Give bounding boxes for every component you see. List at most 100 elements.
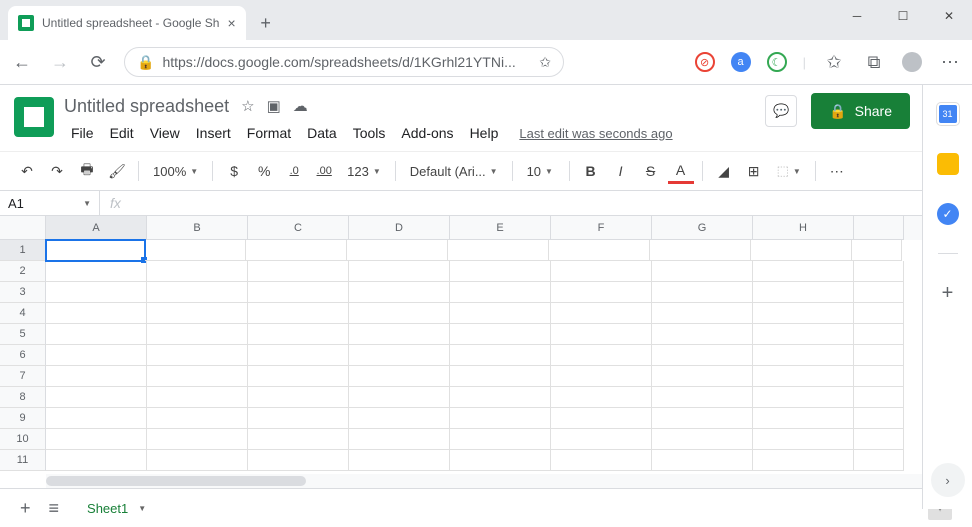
cell-C10[interactable]	[248, 429, 349, 450]
cell-B11[interactable]	[147, 450, 248, 471]
cell-E5[interactable]	[450, 324, 551, 345]
cell-F9[interactable]	[551, 408, 652, 429]
back-button[interactable]: ←	[10, 50, 34, 74]
cell-A11[interactable]	[46, 450, 147, 471]
cell-G3[interactable]	[652, 282, 753, 303]
cell-B9[interactable]	[147, 408, 248, 429]
redo-button[interactable]: ↷	[44, 158, 70, 184]
cell-D10[interactable]	[349, 429, 450, 450]
cell-partial[interactable]	[854, 429, 904, 450]
merge-cells-button[interactable]: ⬚▼	[771, 163, 807, 179]
cell-A10[interactable]	[46, 429, 147, 450]
undo-button[interactable]: ↶	[14, 158, 40, 184]
add-panel-button[interactable]: +	[937, 282, 959, 304]
cell-G10[interactable]	[652, 429, 753, 450]
hide-panel-button[interactable]: ›	[931, 463, 965, 497]
menu-tools[interactable]: Tools	[346, 121, 393, 145]
move-icon[interactable]: ▣	[267, 97, 281, 115]
maximize-button[interactable]: ☐	[880, 0, 926, 32]
all-sheets-button[interactable]: ≡	[49, 498, 60, 519]
zoom-dropdown[interactable]: 100%▼	[147, 164, 204, 179]
cell-F2[interactable]	[551, 261, 652, 282]
cell-partial[interactable]	[854, 450, 904, 471]
reload-button[interactable]: ⟳	[86, 50, 110, 74]
cell-C3[interactable]	[248, 282, 349, 303]
col-header-c[interactable]: C	[248, 216, 349, 240]
cell-B4[interactable]	[147, 303, 248, 324]
row-header-4[interactable]: 4	[0, 303, 46, 324]
collections-icon[interactable]: ⧉	[862, 50, 886, 74]
strikethrough-button[interactable]: S	[638, 158, 664, 184]
cell-D3[interactable]	[349, 282, 450, 303]
cell-G4[interactable]	[652, 303, 753, 324]
row-header-6[interactable]: 6	[0, 345, 46, 366]
cell-G2[interactable]	[652, 261, 753, 282]
text-color-button[interactable]: A	[668, 158, 694, 184]
col-header-b[interactable]: B	[147, 216, 248, 240]
row-header-8[interactable]: 8	[0, 387, 46, 408]
comments-button[interactable]: 💬	[765, 95, 797, 127]
cell-E10[interactable]	[450, 429, 551, 450]
sheet-tab-1[interactable]: Sheet1 ▼	[77, 495, 156, 522]
cell-H3[interactable]	[753, 282, 854, 303]
select-all-corner[interactable]	[0, 216, 46, 240]
font-size-dropdown[interactable]: 10▼	[521, 164, 561, 179]
cell-partial[interactable]	[854, 345, 904, 366]
cell-E2[interactable]	[450, 261, 551, 282]
cell-H1[interactable]	[751, 240, 852, 261]
cell-partial[interactable]	[854, 366, 904, 387]
cell-F7[interactable]	[551, 366, 652, 387]
cell-B2[interactable]	[147, 261, 248, 282]
horizontal-scrollbar[interactable]	[46, 474, 922, 488]
spreadsheet-grid[interactable]: A B C D E F G H 1234567891011	[0, 216, 957, 474]
menu-data[interactable]: Data	[300, 121, 344, 145]
add-sheet-button[interactable]: +	[20, 498, 31, 519]
col-header-partial[interactable]	[854, 216, 904, 240]
cell-A4[interactable]	[46, 303, 147, 324]
cell-H11[interactable]	[753, 450, 854, 471]
cell-G6[interactable]	[652, 345, 753, 366]
cell-D2[interactable]	[349, 261, 450, 282]
cell-B8[interactable]	[147, 387, 248, 408]
cell-H5[interactable]	[753, 324, 854, 345]
cell-B7[interactable]	[147, 366, 248, 387]
cell-A1[interactable]	[45, 239, 146, 262]
col-header-g[interactable]: G	[652, 216, 753, 240]
increase-decimal-button[interactable]: .00	[311, 158, 337, 184]
cell-G11[interactable]	[652, 450, 753, 471]
cell-A5[interactable]	[46, 324, 147, 345]
col-header-f[interactable]: F	[551, 216, 652, 240]
cell-B10[interactable]	[147, 429, 248, 450]
cell-E1[interactable]	[448, 240, 549, 261]
close-tab-icon[interactable]: ×	[227, 15, 235, 31]
cell-H8[interactable]	[753, 387, 854, 408]
fill-color-button[interactable]: ◢	[711, 158, 737, 184]
menu-help[interactable]: Help	[463, 121, 506, 145]
tasks-icon[interactable]: ✓	[937, 203, 959, 225]
minimize-button[interactable]: ─	[834, 0, 880, 32]
cell-H10[interactable]	[753, 429, 854, 450]
close-window-button[interactable]: ✕	[926, 0, 972, 32]
cell-E4[interactable]	[450, 303, 551, 324]
profile-icon[interactable]	[902, 52, 922, 72]
share-button[interactable]: 🔒 Share	[811, 93, 910, 129]
menu-format[interactable]: Format	[240, 121, 298, 145]
italic-button[interactable]: I	[608, 158, 634, 184]
cell-E9[interactable]	[450, 408, 551, 429]
extension-icon-3[interactable]: ☾	[767, 52, 787, 72]
cell-H2[interactable]	[753, 261, 854, 282]
cell-partial[interactable]	[854, 387, 904, 408]
row-header-3[interactable]: 3	[0, 282, 46, 303]
cell-A6[interactable]	[46, 345, 147, 366]
keep-icon[interactable]	[937, 153, 959, 175]
cell-F10[interactable]	[551, 429, 652, 450]
percent-button[interactable]: %	[251, 158, 277, 184]
cell-D11[interactable]	[349, 450, 450, 471]
cell-A9[interactable]	[46, 408, 147, 429]
name-box[interactable]: A1 ▼	[0, 191, 100, 215]
currency-button[interactable]: $	[221, 158, 247, 184]
cell-F11[interactable]	[551, 450, 652, 471]
cell-G8[interactable]	[652, 387, 753, 408]
cloud-status-icon[interactable]: ☁	[293, 97, 308, 115]
menu-file[interactable]: File	[64, 121, 101, 145]
